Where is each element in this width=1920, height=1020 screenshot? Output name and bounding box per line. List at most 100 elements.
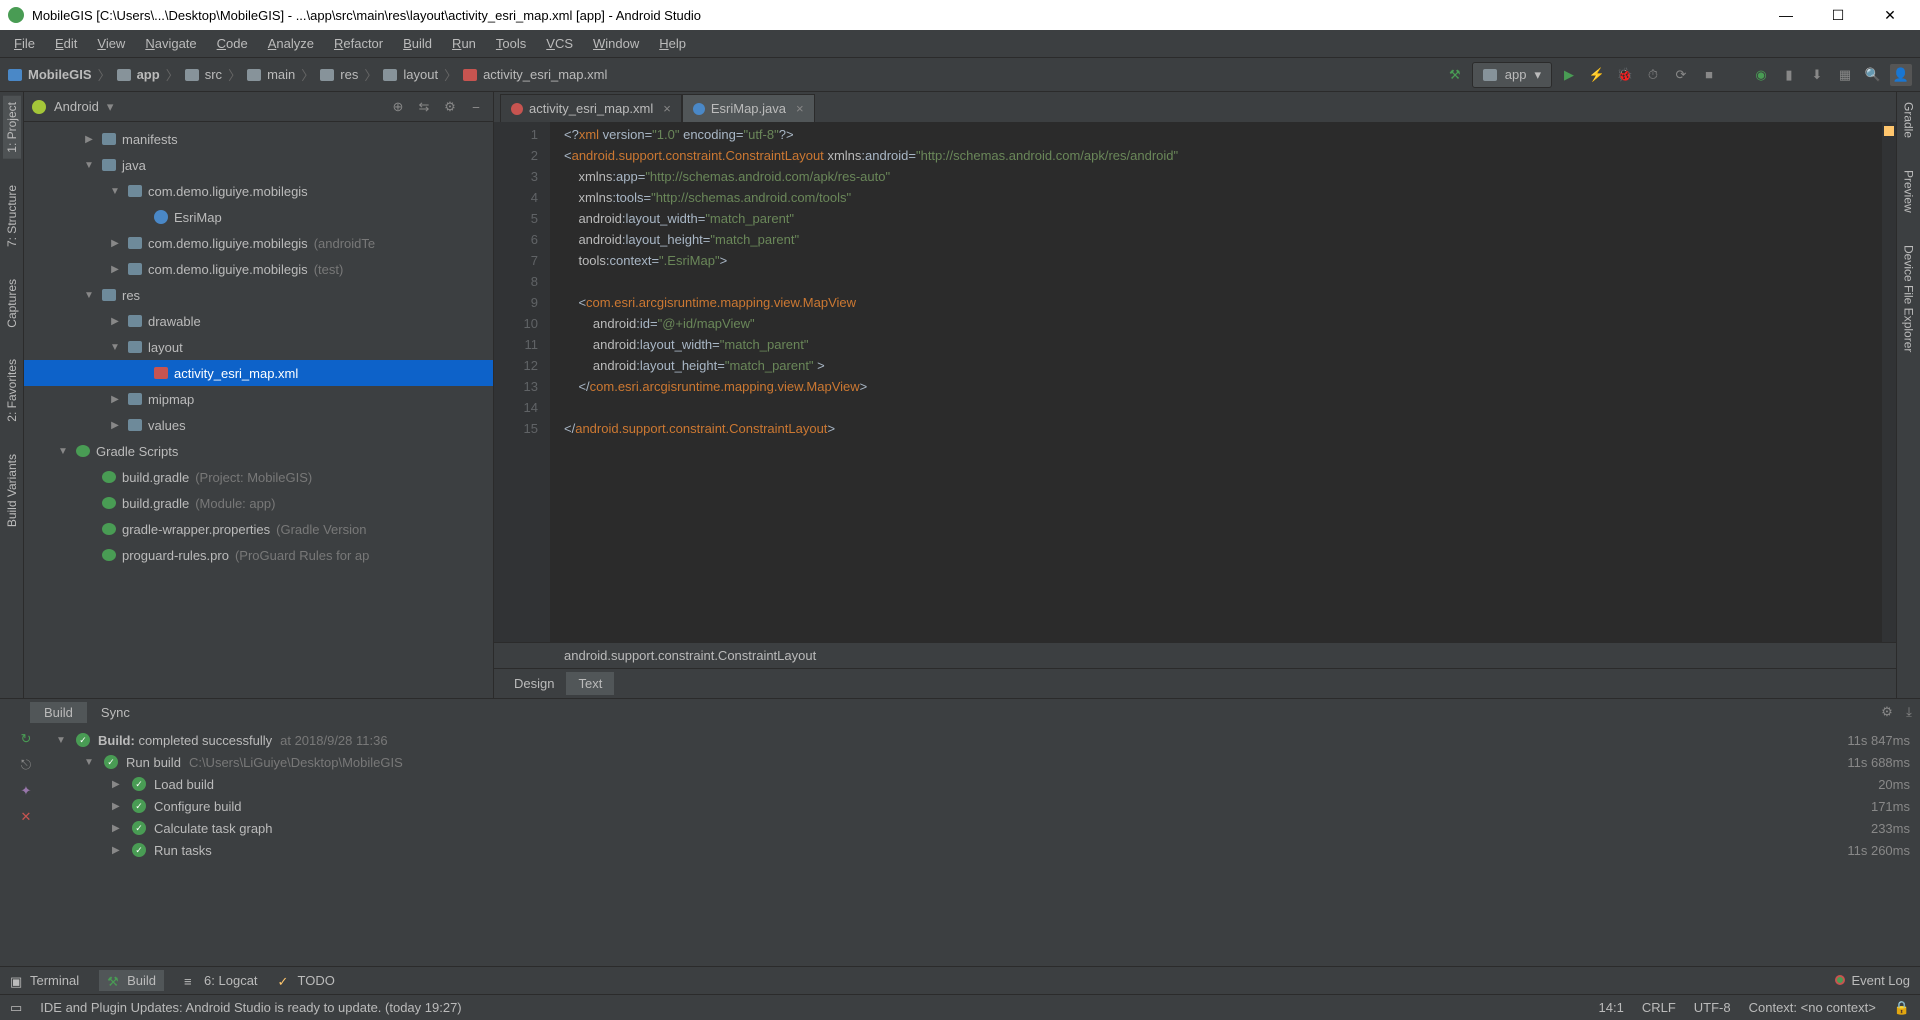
tab-logcat[interactable]: ≡6: Logcat [184, 973, 258, 988]
apply-changes-icon[interactable]: ⚡ [1586, 64, 1608, 86]
code-source[interactable]: <?xml version="1.0" encoding="utf-8"?> <… [550, 122, 1882, 642]
chevron-down-icon[interactable]: ▾ [107, 99, 114, 115]
right-tab-device-file-explorer[interactable]: Device File Explorer [1900, 239, 1918, 358]
left-tab-2--favorites[interactable]: 2: Favorites [3, 353, 21, 428]
attach-debugger-icon[interactable]: ⟳ [1670, 64, 1692, 86]
filter-icon[interactable]: ⎋ [21, 757, 31, 773]
menu-analyze[interactable]: Analyze [260, 34, 322, 53]
project-view-mode[interactable]: Android [54, 99, 99, 114]
menu-vcs[interactable]: VCS [538, 34, 581, 53]
tree-node[interactable]: ▶com.demo.liguiye.mobilegis (androidTe [24, 230, 493, 256]
tree-node[interactable]: proguard-rules.pro (ProGuard Rules for a… [24, 542, 493, 568]
file-encoding[interactable]: UTF-8 [1694, 1000, 1731, 1015]
error-stripe[interactable] [1882, 122, 1896, 642]
left-tab-captures[interactable]: Captures [3, 273, 21, 334]
tree-node[interactable]: ▼com.demo.liguiye.mobilegis [24, 178, 493, 204]
search-icon[interactable]: 🔍 [1862, 64, 1884, 86]
warning-marker-icon[interactable] [1884, 126, 1894, 136]
code-editor[interactable]: 123456789101112131415 <?xml version="1.0… [494, 122, 1896, 642]
tree-node[interactable]: EsriMap [24, 204, 493, 230]
sync-gradle-icon[interactable]: ◉ [1750, 64, 1772, 86]
stop-icon[interactable]: ■ [1698, 64, 1720, 86]
editor-breadcrumb[interactable]: android.support.constraint.ConstraintLay… [494, 642, 1896, 668]
tree-node[interactable]: build.gradle (Module: app) [24, 490, 493, 516]
build-row[interactable]: ▶✓Load build20ms [56, 773, 1910, 795]
editor-tab[interactable]: EsriMap.java× [682, 94, 815, 122]
build-row[interactable]: ▼✓Build: completed successfully at 2018/… [56, 729, 1910, 751]
tree-node[interactable]: ▶values [24, 412, 493, 438]
status-icon[interactable]: ▭ [10, 1000, 22, 1016]
menu-help[interactable]: Help [651, 34, 694, 53]
layout-inspector-icon[interactable]: ▦ [1834, 64, 1856, 86]
menu-file[interactable]: File [6, 34, 43, 53]
build-row[interactable]: ▶✓Run tasks11s 260ms [56, 839, 1910, 861]
tree-node[interactable]: ▼res [24, 282, 493, 308]
rerun-icon[interactable]: ↻ [21, 731, 32, 747]
user-icon[interactable]: 👤 [1890, 64, 1912, 86]
menu-run[interactable]: Run [444, 34, 484, 53]
tree-node[interactable]: ▼Gradle Scripts [24, 438, 493, 464]
build-row[interactable]: ▼✓Run build C:\Users\LiGuiye\Desktop\Mob… [56, 751, 1910, 773]
tree-node[interactable]: ▼java [24, 152, 493, 178]
editor-tab[interactable]: activity_esri_map.xml× [500, 94, 682, 122]
right-tab-gradle[interactable]: Gradle [1900, 96, 1918, 144]
context-indicator[interactable]: Context: <no context> [1749, 1000, 1876, 1015]
project-tree[interactable]: ▶manifests▼java▼com.demo.liguiye.mobileg… [24, 122, 493, 698]
run-config-selector[interactable]: app ▾ [1472, 62, 1552, 88]
hide-icon[interactable]: ⎯ [467, 99, 485, 115]
close-tab-icon[interactable]: × [663, 101, 671, 116]
tree-node[interactable]: build.gradle (Project: MobileGIS) [24, 464, 493, 490]
lock-icon[interactable]: 🔒 [1894, 1000, 1910, 1016]
menu-edit[interactable]: Edit [47, 34, 85, 53]
menu-code[interactable]: Code [209, 34, 256, 53]
download-icon[interactable]: ⤓ [1898, 701, 1920, 723]
left-tab-build-variants[interactable]: Build Variants [3, 448, 21, 533]
build-row[interactable]: ▶✓Configure build171ms [56, 795, 1910, 817]
breadcrumb-item[interactable]: layout [403, 67, 438, 82]
breadcrumb-item[interactable]: activity_esri_map.xml [483, 67, 607, 82]
make-project-icon[interactable]: ⚒ [1444, 64, 1466, 86]
menu-build[interactable]: Build [395, 34, 440, 53]
line-separator[interactable]: CRLF [1642, 1000, 1676, 1015]
event-log-button[interactable]: Event Log [1835, 973, 1910, 988]
tab-sync[interactable]: Sync [87, 702, 144, 723]
menu-tools[interactable]: Tools [488, 34, 534, 53]
breadcrumb-item[interactable]: main [267, 67, 295, 82]
tab-design[interactable]: Design [502, 672, 566, 695]
menu-refactor[interactable]: Refactor [326, 34, 391, 53]
close-tab-icon[interactable]: × [796, 101, 804, 116]
breadcrumb-item[interactable]: app [137, 67, 160, 82]
build-row[interactable]: ▶✓Calculate task graph233ms [56, 817, 1910, 839]
tree-node[interactable]: activity_esri_map.xml [24, 360, 493, 386]
stop-icon[interactable]: ✕ [21, 809, 32, 825]
target-icon[interactable]: ⊕ [389, 99, 407, 115]
profiler-icon[interactable]: ⏱ [1642, 64, 1664, 86]
tree-node[interactable]: ▼layout [24, 334, 493, 360]
build-tree[interactable]: ▼✓Build: completed successfully at 2018/… [52, 725, 1920, 966]
tab-build[interactable]: Build [30, 702, 87, 723]
gear-icon[interactable]: ⚙ [441, 99, 459, 115]
caret-position[interactable]: 14:1 [1599, 1000, 1624, 1015]
toggle-icon[interactable]: ✦ [21, 783, 32, 799]
breadcrumb-item[interactable]: res [340, 67, 358, 82]
left-tab-7--structure[interactable]: 7: Structure [3, 179, 21, 253]
tree-node[interactable]: ▶manifests [24, 126, 493, 152]
minimize-button[interactable]: — [1764, 7, 1808, 23]
sdk-manager-icon[interactable]: ⬇ [1806, 64, 1828, 86]
tab-terminal[interactable]: ▣Terminal [10, 973, 79, 988]
tab-todo[interactable]: ✓TODO [278, 973, 335, 988]
left-tab-1--project[interactable]: 1: Project [3, 96, 21, 159]
tree-node[interactable]: ▶mipmap [24, 386, 493, 412]
run-button-icon[interactable]: ▶ [1558, 64, 1580, 86]
gear-icon[interactable]: ⚙ [1876, 701, 1898, 723]
tree-node[interactable]: ▶drawable [24, 308, 493, 334]
collapse-icon[interactable]: ⇆ [415, 99, 433, 115]
breadcrumb-item[interactable]: src [205, 67, 222, 82]
breadcrumb[interactable]: MobileGIS〉app〉src〉main〉res〉layout〉activi… [8, 65, 607, 84]
tab-build[interactable]: ⚒Build [99, 970, 164, 991]
menu-view[interactable]: View [89, 34, 133, 53]
tree-node[interactable]: gradle-wrapper.properties (Gradle Versio… [24, 516, 493, 542]
close-button[interactable]: ✕ [1868, 7, 1912, 24]
tab-text[interactable]: Text [566, 672, 614, 695]
menu-navigate[interactable]: Navigate [137, 34, 204, 53]
